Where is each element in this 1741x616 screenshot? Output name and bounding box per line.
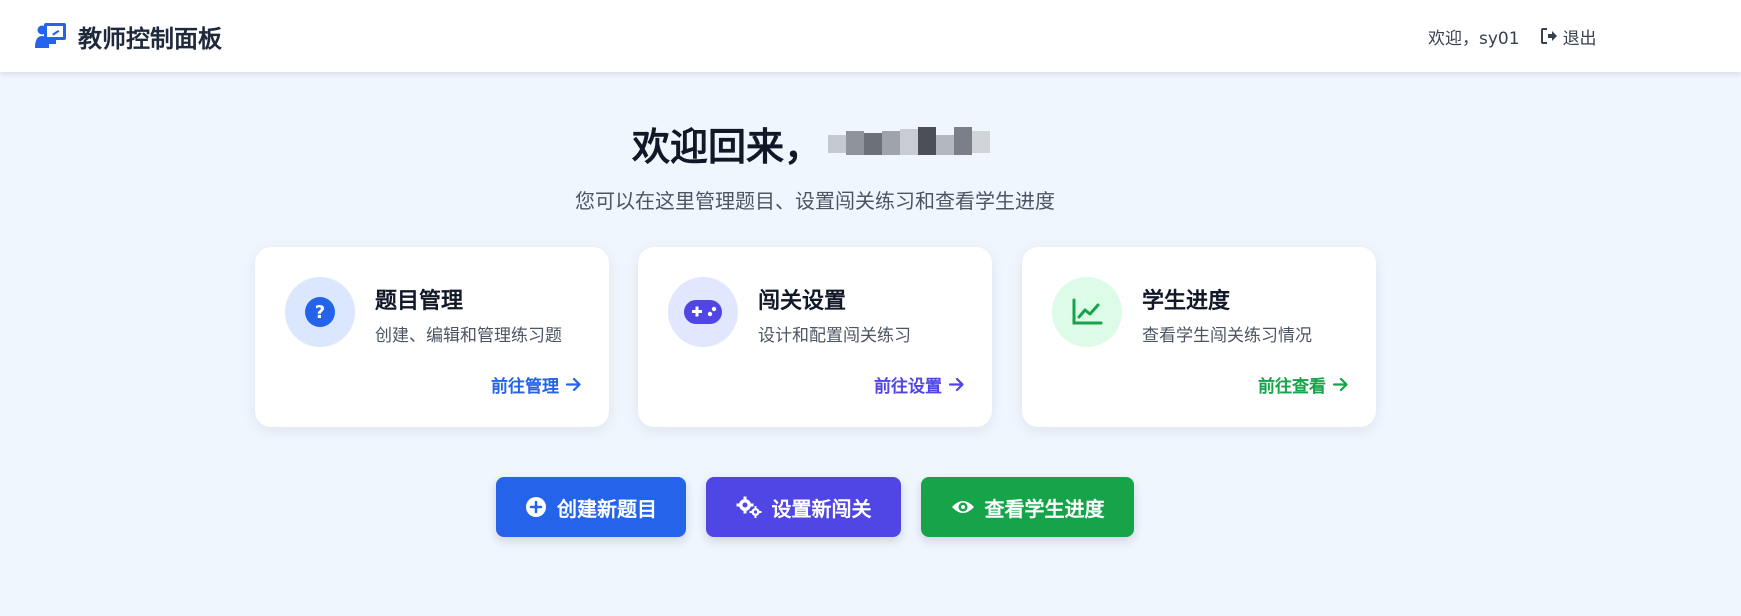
create-level-button[interactable]: 设置新闯关 [706, 477, 901, 537]
logout-button[interactable]: 退出 [1540, 24, 1597, 49]
card-icon-bg [1052, 277, 1122, 347]
card-title: 学生进度 [1142, 289, 1231, 314]
card-link-label: 前往管理 [491, 377, 559, 397]
svg-text:?: ? [315, 302, 325, 323]
welcome-heading: 欢迎回来， [632, 116, 998, 171]
card-link-label: 前往设置 [874, 377, 942, 397]
view-progress-label: 查看学生进度 [984, 496, 1105, 521]
card-icon-bg [668, 277, 738, 347]
welcome-text: 欢迎，sy01 [1428, 28, 1520, 49]
arrow-right-icon [948, 377, 964, 392]
go-manage-link[interactable]: 前往管理 [491, 372, 582, 397]
card-level-settings[interactable]: 闯关设置 设计和配置闯关练习 前往设置 [638, 247, 992, 427]
card-question-management[interactable]: ? 题目管理 创建、编辑和管理练习题 前往管理 [255, 247, 609, 427]
card-title: 闯关设置 [758, 289, 847, 314]
brand[interactable]: 教师控制面板 [34, 0, 222, 72]
create-level-label: 设置新闯关 [771, 496, 872, 521]
create-question-button[interactable]: 创建新题目 [496, 477, 686, 537]
gamepad-icon [684, 300, 722, 324]
card-title: 题目管理 [375, 289, 464, 314]
chalkboard-teacher-icon [35, 23, 66, 48]
app-title: 教师控制面板 [78, 24, 222, 53]
user-area: 欢迎，sy01 退出 [1428, 0, 1597, 72]
cogs-icon [736, 496, 761, 518]
card-student-progress[interactable]: 学生进度 查看学生闯关练习情况 前往查看 [1022, 247, 1376, 427]
card-description: 查看学生闯关练习情况 [1142, 326, 1312, 346]
go-view-link[interactable]: 前往查看 [1258, 372, 1349, 397]
sign-out-icon [1540, 28, 1557, 44]
chart-line-icon [1072, 298, 1103, 325]
logout-label: 退出 [1562, 28, 1597, 49]
card-icon-bg: ? [285, 277, 355, 347]
create-question-label: 创建新题目 [557, 496, 657, 521]
plus-circle-icon [526, 497, 546, 517]
eye-icon [951, 501, 974, 513]
welcome-hero: 欢迎回来， 您可以在这里管理题目、设置闯关练习和查看学生进度 [0, 116, 1630, 214]
top-navbar: 教师控制面板 欢迎，sy01 退出 [0, 0, 1741, 72]
view-progress-button[interactable]: 查看学生进度 [921, 477, 1134, 537]
welcome-subtitle: 您可以在这里管理题目、设置闯关练习和查看学生进度 [575, 189, 1055, 213]
go-settings-link[interactable]: 前往设置 [874, 372, 965, 397]
redacted-username [828, 125, 998, 163]
arrow-right-icon [565, 377, 581, 392]
welcome-heading-text: 欢迎回来， [631, 125, 822, 169]
question-circle-icon: ? [305, 297, 335, 327]
arrow-right-icon [1332, 377, 1348, 392]
card-link-label: 前往查看 [1258, 377, 1326, 397]
card-description: 创建、编辑和管理练习题 [375, 326, 562, 346]
card-description: 设计和配置闯关练习 [758, 326, 911, 346]
